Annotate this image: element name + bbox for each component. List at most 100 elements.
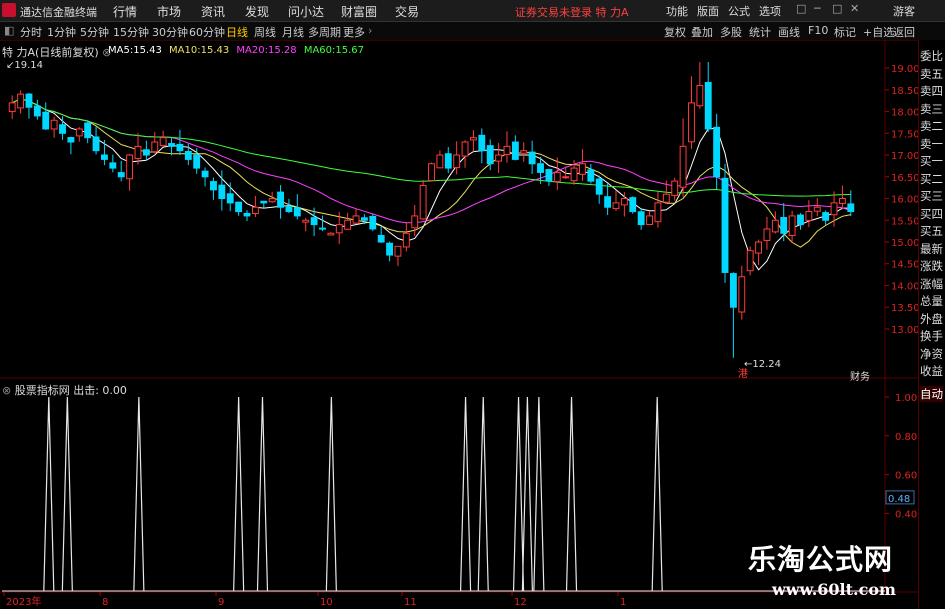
quote-row-9[interactable]: 买四 — [920, 206, 943, 222]
event-marker[interactable]: 港 — [738, 365, 748, 380]
btn-overlay[interactable]: 叠加 — [691, 24, 713, 40]
maximize-icon[interactable]: □ — [832, 2, 842, 15]
candle-up — [411, 215, 419, 229]
candle-up — [335, 224, 343, 234]
menu-news[interactable]: 资讯 — [201, 3, 225, 20]
candle-up — [503, 145, 511, 155]
candle-down — [260, 200, 268, 204]
period-1min[interactable]: 1分钟 — [47, 24, 76, 40]
candle-up — [394, 245, 402, 257]
watermark-url: www.60lt.com — [772, 580, 896, 599]
btn-mark[interactable]: 标记 — [834, 24, 856, 40]
candle-up — [126, 154, 134, 180]
period-multi[interactable]: 多周期 — [308, 24, 341, 40]
period-tick[interactable]: 分时 — [20, 24, 42, 40]
candle-up — [151, 141, 159, 153]
quote-row-15[interactable]: 外盘 — [920, 311, 943, 327]
restore-icon[interactable]: □ — [796, 2, 806, 15]
quote-row-5[interactable]: 卖一 — [920, 136, 943, 152]
candle-down — [444, 153, 452, 169]
candle-down — [386, 242, 394, 256]
candle-down — [218, 184, 226, 200]
close-icon[interactable]: ✕ — [850, 2, 859, 15]
menu-formula[interactable]: 公式 — [728, 3, 750, 19]
candle-down — [67, 137, 75, 143]
btn-multi-stock[interactable]: 多股 — [720, 24, 742, 40]
quote-row-0[interactable]: 委比 — [920, 48, 943, 64]
btn-adjust[interactable]: 复权 — [664, 24, 686, 40]
candle-down — [84, 122, 92, 139]
btn-f10[interactable]: F10 — [808, 24, 828, 37]
period-more[interactable]: 更多 — [343, 24, 365, 40]
btn-stats[interactable]: 统计 — [749, 24, 771, 40]
period-15min[interactable]: 15分钟 — [113, 24, 149, 40]
menu-options[interactable]: 选项 — [759, 3, 781, 19]
candle-up — [813, 206, 821, 212]
ind-tick-label: 0.40 — [895, 509, 917, 520]
menu-trade[interactable]: 交易 — [395, 3, 419, 20]
quote-row-6[interactable]: 买一 — [920, 153, 943, 169]
candle-up — [419, 184, 427, 220]
quote-row-10[interactable]: 买五 — [920, 223, 943, 239]
finance-tag[interactable]: 财务 — [850, 368, 870, 383]
indicator-peak — [521, 396, 533, 592]
guest-label[interactable]: 游客 — [893, 3, 915, 19]
max-price-label: ↙19.14 — [6, 60, 44, 71]
period-daily[interactable]: 日线 — [226, 24, 248, 40]
candle-down — [369, 215, 377, 230]
auto-toggle[interactable]: 自动 — [920, 386, 943, 402]
indicator-peak — [233, 396, 245, 592]
candle-up — [8, 102, 16, 113]
quote-row-17[interactable]: 净资 — [920, 346, 943, 362]
toolbar-left-icon[interactable]: ◧ — [4, 24, 14, 37]
btn-add-watch[interactable]: +自选 — [863, 24, 894, 40]
quote-row-1[interactable]: 卖五 — [920, 66, 943, 82]
candle-up — [17, 93, 25, 109]
candle-up — [763, 228, 771, 241]
kline-chart[interactable]: 19.00 18.50 18.00 17.50 17.00 16.50 16.00 15.50… — [0, 40, 918, 609]
quote-row-12[interactable]: 涨跌 — [920, 258, 943, 274]
btn-draw[interactable]: 画线 — [778, 24, 800, 40]
indicator-peak — [651, 396, 663, 592]
indicator-peak — [325, 396, 337, 592]
quote-row-2[interactable]: 卖四 — [920, 83, 943, 99]
period-5min[interactable]: 5分钟 — [80, 24, 109, 40]
menu-market[interactable]: 市场 — [157, 3, 181, 20]
menu-assistant[interactable]: 问小达 — [288, 3, 324, 20]
candle-up — [612, 202, 620, 210]
period-monthly[interactable]: 月线 — [282, 24, 304, 40]
time-tick-label: 8 — [102, 597, 108, 608]
time-tick-label: 2023年 — [6, 595, 41, 608]
candle-down — [33, 105, 41, 117]
indicator-peak — [512, 396, 525, 592]
quote-row-3[interactable]: 卖三 — [920, 101, 943, 117]
period-weekly[interactable]: 周线 — [254, 24, 276, 40]
menu-quotes[interactable]: 行情 — [113, 3, 137, 20]
candle-up — [327, 232, 335, 236]
indicator-peak — [533, 396, 545, 592]
candle-down — [285, 205, 293, 213]
quote-row-4[interactable]: 卖二 — [920, 118, 943, 134]
time-tick-label: 12 — [514, 597, 527, 608]
btn-back[interactable]: 返回 — [893, 24, 915, 40]
candle-down — [360, 217, 368, 221]
menu-wealth[interactable]: 财富圈 — [341, 3, 377, 20]
quote-row-16[interactable]: 换手 — [920, 328, 943, 344]
quote-row-7[interactable]: 买二 — [920, 171, 943, 187]
period-60min[interactable]: 60分钟 — [189, 24, 225, 40]
quote-row-11[interactable]: 最新 — [920, 241, 943, 257]
quote-row-8[interactable]: 买三 — [920, 188, 943, 204]
quote-row-14[interactable]: 总量 — [920, 293, 943, 309]
candle-down — [42, 111, 50, 130]
candle-up — [696, 84, 704, 107]
menu-layout[interactable]: 版面 — [697, 3, 719, 19]
menu-discover[interactable]: 发现 — [245, 3, 269, 20]
indicator-peak — [133, 396, 145, 592]
minimize-icon[interactable]: ─ — [814, 2, 821, 15]
chevron-right-icon[interactable]: › — [368, 24, 372, 37]
quote-row-13[interactable]: 涨幅 — [920, 276, 943, 292]
period-30min[interactable]: 30分钟 — [152, 24, 188, 40]
menu-function[interactable]: 功能 — [666, 3, 688, 19]
price-tick-label: 13.50 — [891, 303, 918, 314]
quote-row-18[interactable]: 收益 — [920, 363, 943, 379]
